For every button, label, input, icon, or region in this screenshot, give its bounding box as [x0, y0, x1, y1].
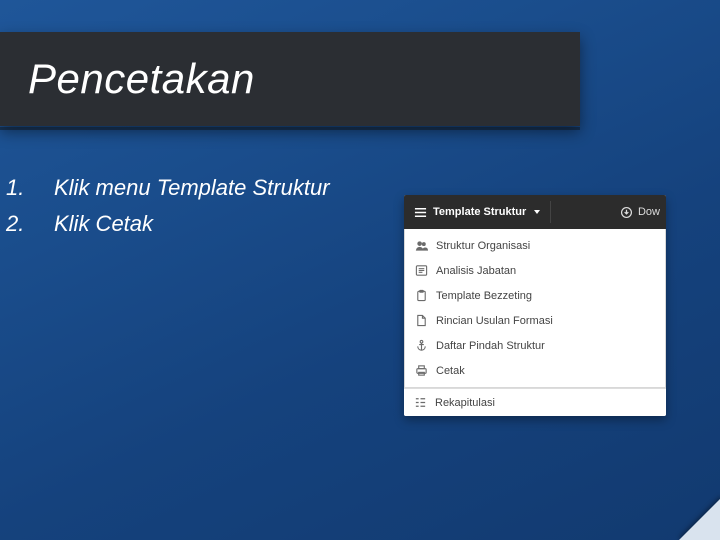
step-number: 2. [30, 211, 54, 237]
step-text: Klik menu Template Struktur [54, 175, 330, 200]
step-1: 1.Klik menu Template Struktur [54, 175, 360, 201]
download-icon [620, 206, 633, 219]
menu-item-label: Analisis Jabatan [436, 265, 516, 277]
dropdown-menu: Struktur Organisasi Analisis Jabatan Tem… [404, 229, 666, 388]
navbar: Template Struktur Dow [404, 195, 666, 229]
group-icon [415, 239, 428, 252]
menu-item-cetak[interactable]: Cetak [405, 358, 665, 383]
clipboard-icon [415, 289, 428, 302]
step-text: Klik Cetak [54, 211, 153, 236]
title-bar: Pencetakan [0, 32, 580, 126]
menu-item-rincian-usulan-formasi[interactable]: Rincian Usulan Formasi [405, 308, 665, 333]
instructions: 1.Klik menu Template Struktur 2.Klik Cet… [30, 175, 360, 248]
menu-item-label: Daftar Pindah Struktur [436, 340, 545, 352]
slide: Pencetakan 1.Klik menu Template Struktur… [0, 0, 720, 540]
menu-item-label: Rincian Usulan Formasi [436, 315, 553, 327]
menu-item-label: Template Bezzeting [436, 290, 532, 302]
print-icon [415, 364, 428, 377]
nav-right-label: Dow [638, 206, 660, 218]
page-title: Pencetakan [28, 55, 255, 103]
step-number: 1. [30, 175, 54, 201]
list-icon [415, 264, 428, 277]
menu-item-label: Rekapitulasi [435, 397, 495, 409]
app-screenshot: Template Struktur Dow Struktur Organisas… [404, 195, 666, 416]
anchor-icon [415, 339, 428, 352]
menu-item-label: Cetak [436, 365, 465, 377]
hamburger-icon [414, 206, 427, 219]
nav-dropdown-template-struktur[interactable]: Template Struktur [404, 195, 550, 229]
menu-item-daftar-pindah-struktur[interactable]: Daftar Pindah Struktur [405, 333, 665, 358]
menu-item-struktur-organisasi[interactable]: Struktur Organisasi [405, 233, 665, 258]
menu-item-rekapitulasi[interactable]: Rekapitulasi [404, 388, 666, 416]
menu-item-template-bezzeting[interactable]: Template Bezzeting [405, 283, 665, 308]
file-icon [415, 314, 428, 327]
step-2: 2.Klik Cetak [54, 211, 360, 237]
menu-item-analisis-jabatan[interactable]: Analisis Jabatan [405, 258, 665, 283]
page-curl [662, 482, 720, 540]
menu-item-label: Struktur Organisasi [436, 240, 530, 252]
nav-dropdown-label: Template Struktur [433, 206, 526, 218]
menu-icon [414, 396, 427, 409]
nav-right-item[interactable]: Dow [620, 206, 666, 219]
caret-down-icon [534, 210, 540, 214]
